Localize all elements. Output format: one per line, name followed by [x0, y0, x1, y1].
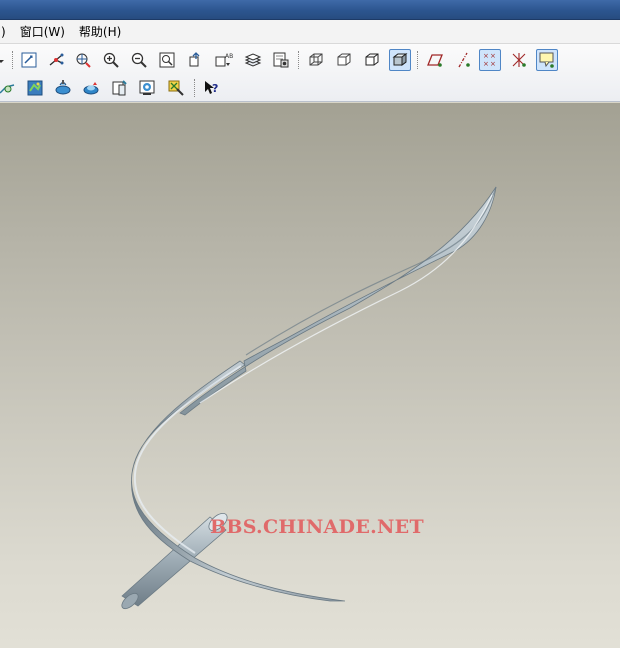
svg-text:×: ×: [490, 52, 496, 60]
repaint-icon[interactable]: [165, 77, 187, 99]
view-manager-icon[interactable]: [136, 77, 158, 99]
toolbar-separator: [417, 51, 418, 69]
window-title-bar: [0, 0, 620, 20]
zoom-in-icon[interactable]: [100, 49, 122, 71]
layers-icon[interactable]: [242, 49, 264, 71]
toolbar-row-tools: ?: [0, 74, 620, 102]
redraw-icon[interactable]: [18, 49, 40, 71]
orient-mode-icon[interactable]: [72, 49, 94, 71]
spin-center-icon[interactable]: [45, 49, 67, 71]
hidden-line-icon[interactable]: [333, 49, 355, 71]
model-tree-icon[interactable]: [108, 77, 130, 99]
svg-text:×: ×: [483, 60, 489, 68]
toolbar-separator: [12, 51, 13, 69]
datum-points-icon[interactable]: × × × ×: [479, 49, 501, 71]
no-hidden-icon[interactable]: [361, 49, 383, 71]
environment-icon[interactable]: [80, 77, 102, 99]
datum-planes-icon[interactable]: [424, 49, 446, 71]
render-icon[interactable]: [52, 77, 74, 99]
menu-bar: ) 窗口(W) 帮助(H): [0, 20, 620, 44]
menu-partial[interactable]: ): [0, 21, 13, 43]
watermark-text: BBS.CHINADE.NET: [210, 516, 424, 538]
sketch-tool-icon[interactable]: [0, 77, 18, 99]
refit-icon[interactable]: [156, 49, 178, 71]
toolbar-separator: [298, 51, 299, 69]
svg-text:AB: AB: [225, 53, 233, 60]
lamp-blade: [179, 186, 497, 416]
whats-this-icon[interactable]: ?: [200, 77, 222, 99]
lamp-model[interactable]: [0, 103, 620, 648]
reorient-icon[interactable]: [184, 49, 206, 71]
setup-icon[interactable]: [270, 49, 292, 71]
shading-icon[interactable]: [389, 49, 411, 71]
toolbar-separator: [194, 79, 195, 97]
svg-text:?: ?: [212, 82, 218, 95]
zoom-out-icon[interactable]: [128, 49, 150, 71]
graphics-viewport[interactable]: [0, 103, 620, 648]
svg-text:×: ×: [483, 52, 489, 60]
coordinate-systems-icon[interactable]: [508, 49, 530, 71]
dropdown-arrow-icon[interactable]: [0, 49, 8, 71]
menu-help[interactable]: 帮助(H): [72, 21, 128, 43]
appearance-icon[interactable]: [24, 77, 46, 99]
svg-text:×: ×: [490, 60, 496, 68]
annotations-icon[interactable]: [536, 49, 558, 71]
toolbar-row-view: AB × × × ×: [0, 46, 620, 74]
datum-axes-icon[interactable]: [452, 49, 474, 71]
toolbar-area: AB × × × × ?: [0, 44, 620, 102]
saved-views-icon[interactable]: AB: [212, 49, 234, 71]
menu-window[interactable]: 窗口(W): [13, 21, 72, 43]
wireframe-icon[interactable]: [305, 49, 327, 71]
